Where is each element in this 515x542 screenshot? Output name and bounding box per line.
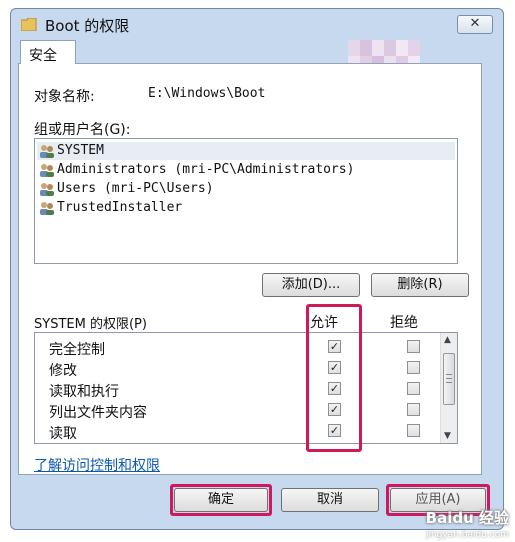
groups-label: 组或用户名(G): [34,122,131,138]
scroll-thumb[interactable] [443,353,455,405]
allow-column-highlight [306,304,362,452]
permission-row: 列出文件夹内容 ✓ [35,400,435,421]
permissions-label: SYSTEM 的权限(P) [34,317,147,332]
deny-checkbox[interactable] [407,403,420,416]
users-icon [40,164,54,177]
learn-access-control-link[interactable]: 了解访问控制和权限 [34,455,160,475]
scroll-down-icon[interactable]: ▼ [444,431,451,441]
title-bar: Boot 的权限 ✕ [11,9,503,41]
permission-row: 修改 ✓ [35,358,435,379]
user-name: Administrators (mri-PC\Administrators) [57,162,355,177]
permission-name: 读取 [49,426,77,442]
watermark-url: jingyan.baidu.com [425,530,509,540]
close-button[interactable]: ✕ [457,15,493,34]
permission-row: 完全控制 ✓ [35,337,435,358]
permissions-scrollbar[interactable]: ▲ ▼ [440,333,457,443]
remove-button[interactable]: 删除(R) [371,273,469,297]
user-name: Users (mri-PC\Users) [57,181,214,196]
deny-checkbox[interactable] [407,340,420,353]
permission-name: 读取和执行 [49,384,119,400]
user-list[interactable]: SYSTEM Administrators (mri-PC\Administra… [34,138,458,264]
tab-security[interactable]: 安全 [20,40,76,64]
users-icon [40,183,54,196]
list-item[interactable]: SYSTEM [37,142,455,160]
permission-row: 读取和执行 ✓ [35,379,435,400]
user-name: SYSTEM [57,143,104,158]
list-item[interactable]: Users (mri-PC\Users) [37,180,455,198]
close-icon: ✕ [469,16,481,31]
permission-name: 列出文件夹内容 [49,405,147,421]
add-button[interactable]: 添加(D)... [262,273,360,297]
user-name: TrustedInstaller [57,200,183,215]
list-item[interactable]: TrustedInstaller [37,199,455,217]
window-title: Boot 的权限 [45,17,130,35]
users-icon [40,145,54,158]
permission-name: 完全控制 [49,342,105,358]
cancel-button[interactable]: 取消 [281,488,379,512]
deny-checkbox[interactable] [407,382,420,395]
permission-row: 读取 ✓ [35,421,435,442]
permission-name: 修改 [49,363,77,379]
deny-checkbox[interactable] [407,424,420,437]
folder-icon [21,18,37,31]
watermark-brand: Baidu 经验 [425,509,509,527]
users-icon [40,202,54,215]
object-name-value: E:\Windows\Boot [148,86,266,101]
deny-checkbox[interactable] [407,361,420,374]
deny-header: 拒绝 [390,315,418,331]
scroll-up-icon[interactable]: ▲ [444,335,451,345]
object-name-label: 对象名称: [34,89,95,105]
permissions-list: 完全控制 ✓ 修改 ✓ 读取和执行 ✓ 列出文件夹内容 ✓ 读取 ✓ [34,332,458,444]
ok-button-highlight [170,484,272,516]
list-item[interactable]: Administrators (mri-PC\Administrators) [37,161,455,179]
